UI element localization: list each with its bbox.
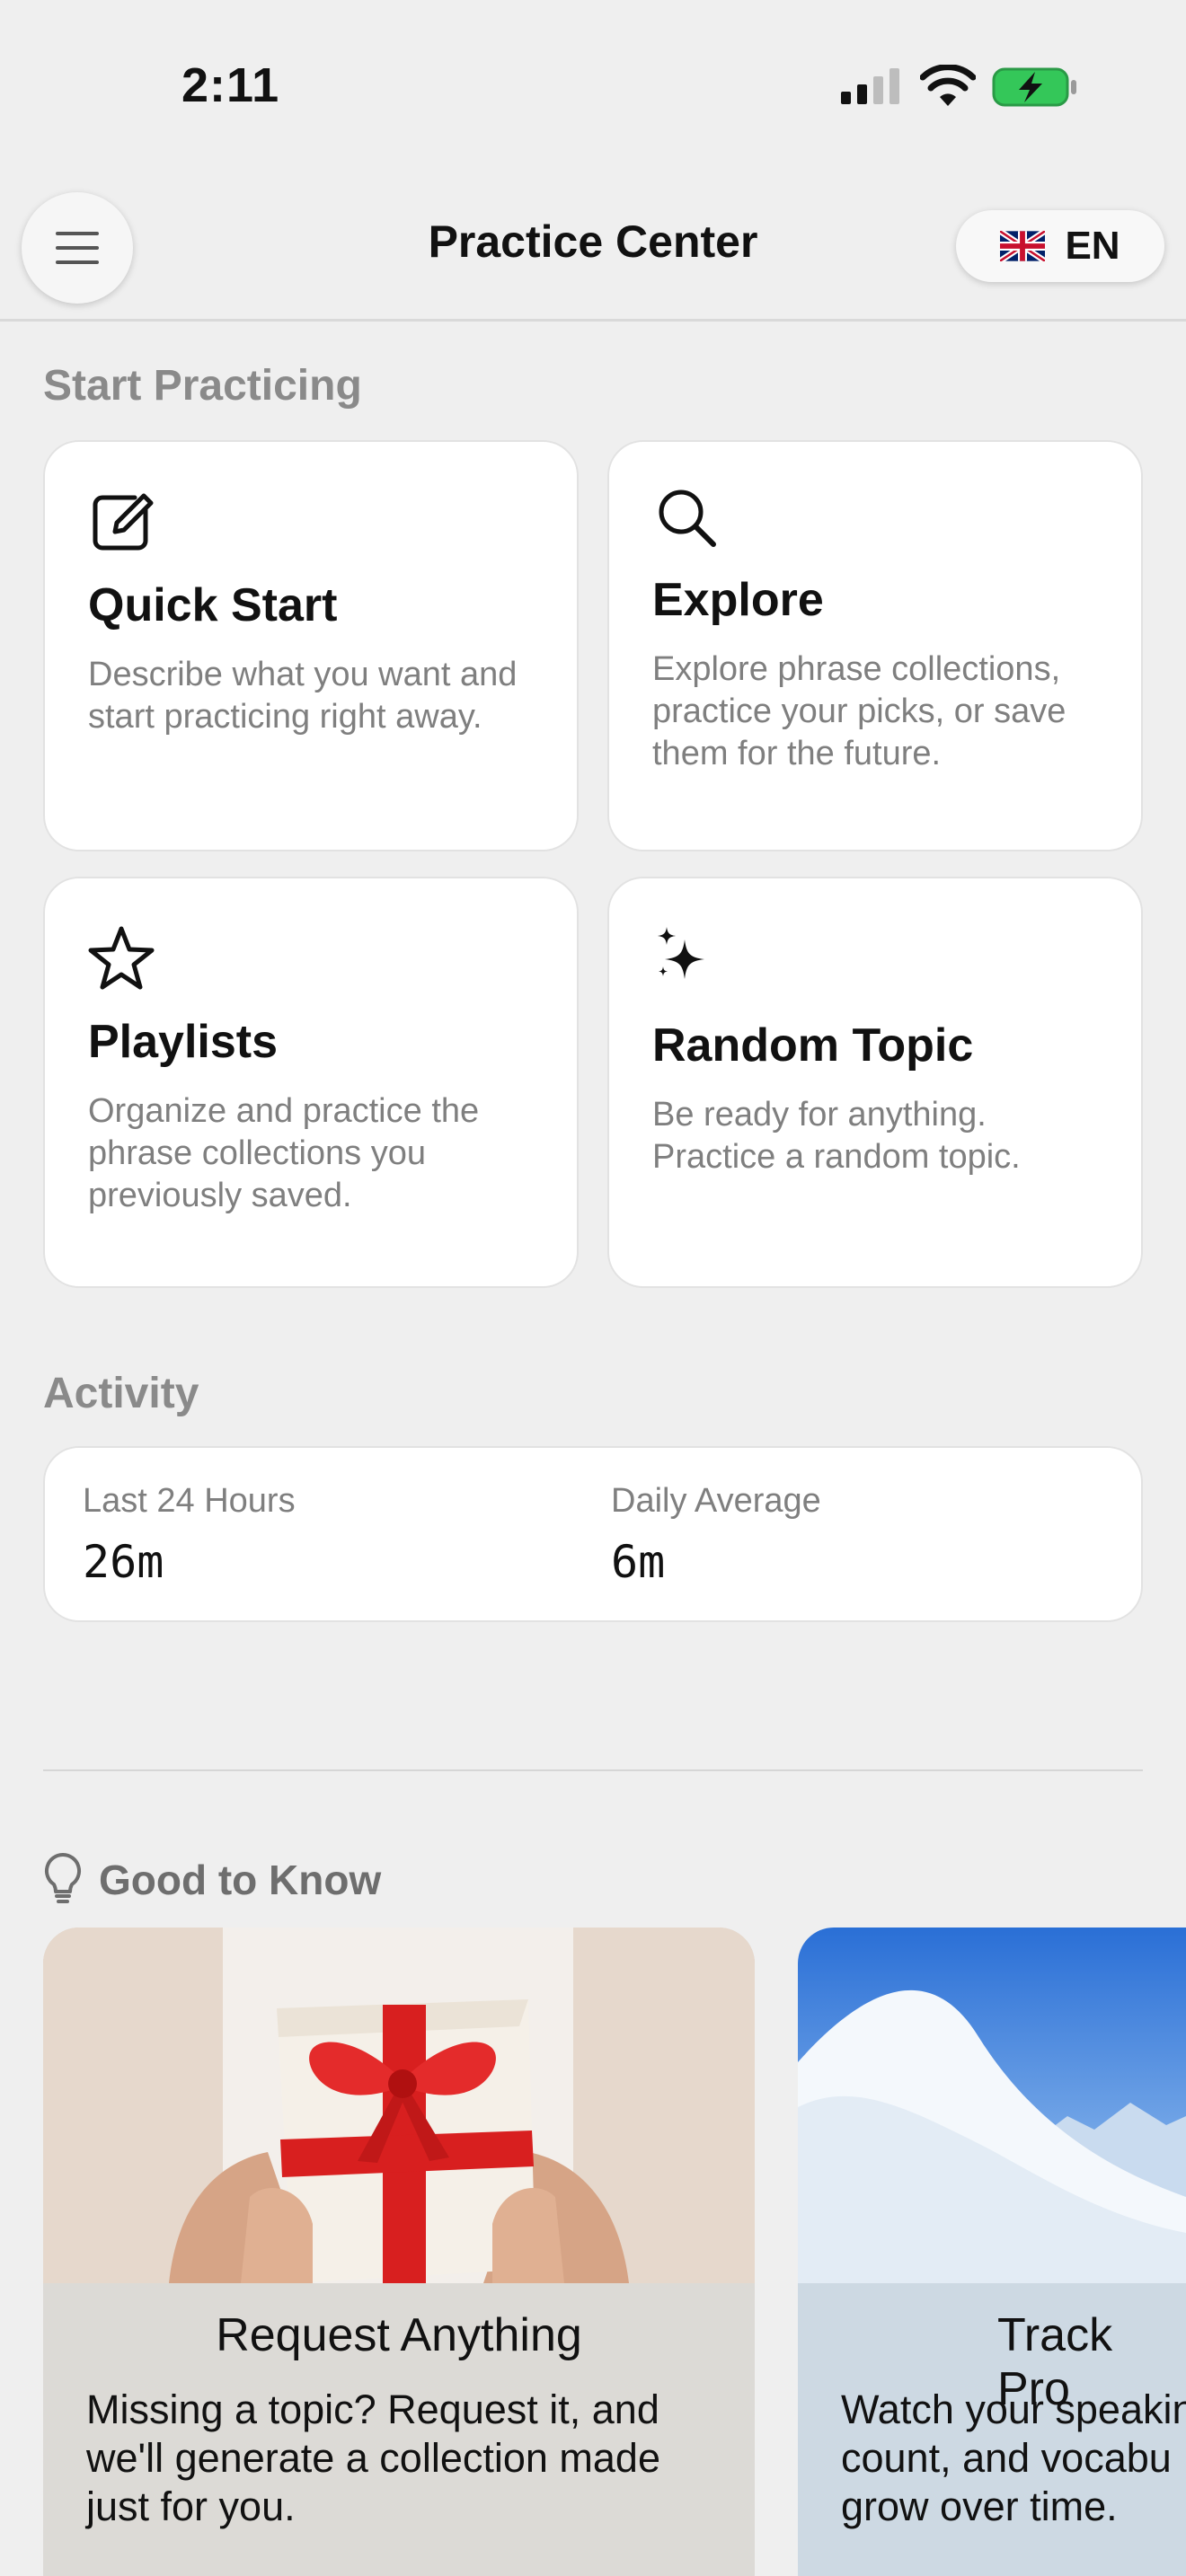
card-description: Be ready for anything. Practice a random… [652, 1096, 1021, 1176]
start-practicing-title: Start Practicing [43, 362, 362, 410]
card-title: Random Topic [652, 1019, 974, 1072]
wifi-icon [920, 65, 976, 106]
compose-icon [93, 493, 154, 551]
stat-label-daily-average: Daily Average [611, 1482, 821, 1520]
tip-text-line: Missing a topic? Request it, and [86, 2386, 659, 2432]
stat-value-last-24-hours: 26m [83, 1536, 164, 1588]
tip-card-track-progress[interactable]: Track Pro Watch your speakin count, and … [798, 1928, 1186, 2576]
card-title: Explore [652, 574, 824, 626]
snowy-mountain-photo [798, 1928, 1186, 2283]
lightbulb-icon [44, 1852, 82, 1903]
good-to-know-title: Good to Know [99, 1857, 382, 1903]
card-title: Quick Start [88, 579, 338, 631]
tip-text: Watch your speakin count, and vocabu gro… [841, 2386, 1186, 2531]
star-icon [88, 926, 155, 990]
gift-box-photo [43, 1928, 755, 2283]
cellular-signal-icon [841, 68, 899, 104]
tip-text-line: count, and vocabu [841, 2435, 1172, 2481]
card-description: Explore phrase collections, practice you… [652, 650, 1067, 772]
status-bar: 2:11 [0, 0, 1186, 171]
status-time: 2:11 [181, 58, 280, 112]
uk-flag-icon [1000, 231, 1046, 261]
card-description: Describe what you want and start practic… [88, 656, 518, 736]
battery-charging-icon [992, 67, 1076, 107]
card-title: Playlists [88, 1016, 279, 1068]
tip-text: Missing a topic? Request it, and we'll g… [86, 2386, 733, 2531]
tip-text-line: we'll generate a collection made [86, 2435, 660, 2481]
tip-text-line: just for you. [86, 2483, 296, 2529]
random-topic-card[interactable]: Random Topic Be ready for anything. Prac… [607, 877, 1143, 1288]
tip-text-line: grow over time. [841, 2483, 1118, 2529]
language-label: EN [1065, 224, 1120, 268]
tip-card-request-anything[interactable]: Request Anything Missing a topic? Reques… [43, 1928, 755, 2576]
explore-card[interactable]: Explore Explore phrase collections, prac… [607, 440, 1143, 851]
search-icon [659, 490, 716, 547]
card-description: Organize and practice the phrase collect… [88, 1092, 480, 1214]
language-selector[interactable]: EN [956, 210, 1164, 282]
divider [43, 1769, 1143, 1771]
tip-body: Track Pro Watch your speakin count, and … [798, 2283, 1186, 2576]
activity-card: Last 24 Hours 26m Daily Average 6m [43, 1446, 1143, 1622]
header: Practice Center EN [0, 171, 1186, 322]
stat-label-last-24-hours: Last 24 Hours [83, 1482, 296, 1520]
quick-start-card[interactable]: Quick Start Describe what you want and s… [43, 440, 579, 851]
stat-value-daily-average: 6m [611, 1536, 666, 1588]
tip-title: Request Anything [216, 2309, 582, 2361]
playlists-card[interactable]: Playlists Organize and practice the phra… [43, 877, 579, 1288]
activity-title: Activity [43, 1370, 199, 1417]
tip-text-line: Watch your speakin [841, 2386, 1186, 2432]
tip-body: Request Anything Missing a topic? Reques… [43, 2283, 755, 2576]
sparkles-icon [658, 927, 704, 979]
